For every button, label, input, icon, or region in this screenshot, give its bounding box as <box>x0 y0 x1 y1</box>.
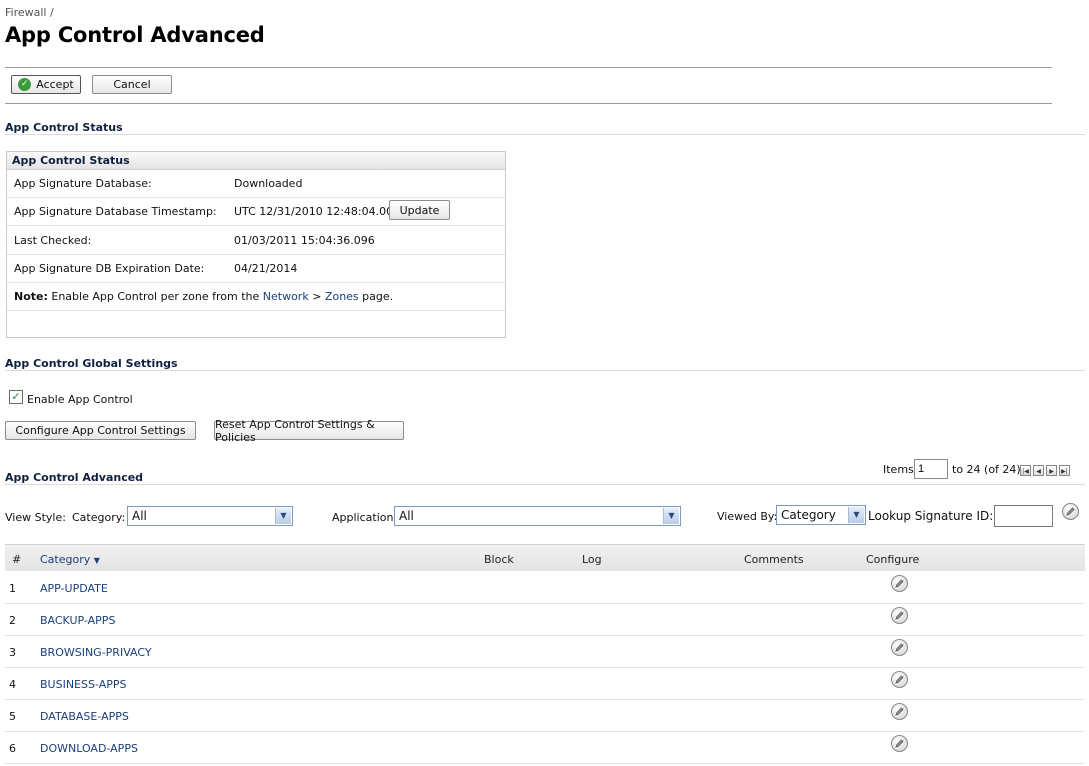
note-separator: > <box>308 290 325 303</box>
chevron-down-icon: ▼ <box>663 508 679 524</box>
col-num: # <box>12 553 22 566</box>
view-style-label: View Style: <box>5 511 66 524</box>
category-link[interactable]: DOWNLOAD-APPS <box>40 742 138 755</box>
row-num: 3 <box>9 646 16 659</box>
note-bold: Note: <box>14 290 48 303</box>
prev-page-icon[interactable]: ◀ <box>1033 465 1044 476</box>
enable-app-control-label: Enable App Control <box>27 393 133 406</box>
category-filter-label: Category: <box>72 511 126 524</box>
application-select-value: All <box>399 509 414 523</box>
row-num: 1 <box>9 582 16 595</box>
section-divider <box>5 134 1085 135</box>
page-title: App Control Advanced <box>5 23 265 47</box>
table-row: 2 BACKUP-APPS <box>5 603 1085 636</box>
viewed-by-select[interactable]: Category ▼ <box>776 505 866 525</box>
note-text: Note: Enable App Control per zone from t… <box>14 290 393 303</box>
accept-label: Accept <box>36 78 74 91</box>
table-row: 4 BUSINESS-APPS <box>5 667 1085 700</box>
pencil-icon[interactable] <box>891 607 908 624</box>
chevron-down-icon: ▼ <box>848 507 864 523</box>
row-num: 4 <box>9 678 16 691</box>
pencil-icon[interactable] <box>891 639 908 656</box>
table-header: # Category ▼ Block Log Comments Configur… <box>5 544 1085 571</box>
status-label: App Signature DB Expiration Date: <box>14 262 205 275</box>
next-page-icon[interactable]: ▶ <box>1046 465 1057 476</box>
viewed-by-label: Viewed By: <box>717 510 778 523</box>
note-row: Note: Enable App Control per zone from t… <box>7 282 505 311</box>
table-row: 5 DATABASE-APPS <box>5 699 1085 732</box>
cancel-button[interactable]: Cancel <box>92 75 172 94</box>
status-box-title: App Control Status <box>7 152 505 170</box>
update-button[interactable]: Update <box>389 200 450 220</box>
status-value: 04/21/2014 <box>234 262 298 275</box>
status-value: UTC 12/31/2010 12:48:04.000 <box>234 205 401 218</box>
check-circle-icon: ✓ <box>18 78 32 91</box>
pencil-icon[interactable] <box>891 575 908 592</box>
category-link[interactable]: BROWSING-PRIVACY <box>40 646 152 659</box>
category-link[interactable]: BUSINESS-APPS <box>40 678 126 691</box>
section-divider <box>5 370 1085 371</box>
items-label: Items <box>883 463 914 476</box>
status-row: Last Checked: 01/03/2011 15:04:36.096 <box>7 226 505 255</box>
application-select[interactable]: All ▼ <box>394 506 681 526</box>
zones-link[interactable]: Zones <box>325 290 359 303</box>
toolbar-top-divider <box>5 67 1052 68</box>
status-row: App Signature Database: Downloaded <box>7 169 505 198</box>
table-row: 6 DOWNLOAD-APPS <box>5 731 1085 764</box>
status-row: App Signature Database Timestamp: UTC 12… <box>7 197 505 226</box>
col-comments: Comments <box>744 553 804 566</box>
reset-settings-button[interactable]: Reset App Control Settings & Policies <box>214 418 404 444</box>
configure-settings-button[interactable]: Configure App Control Settings <box>5 421 196 440</box>
viewed-by-value: Category <box>781 508 836 522</box>
toolbar-bottom-divider <box>5 103 1052 104</box>
col-category-label: Category <box>40 553 91 566</box>
col-configure: Configure <box>866 553 920 566</box>
pencil-icon[interactable] <box>891 735 908 752</box>
advanced-heading: App Control Advanced <box>5 471 144 484</box>
pager-controls: |◀ ◀ ▶ ▶| <box>1020 465 1072 476</box>
col-block: Block <box>484 553 514 566</box>
table-row: 3 BROWSING-PRIVACY <box>5 635 1085 668</box>
category-link[interactable]: APP-UPDATE <box>40 582 108 595</box>
items-start-input[interactable] <box>914 459 948 479</box>
category-select[interactable]: All ▼ <box>127 506 293 526</box>
enable-app-control-checkbox[interactable]: ✓ <box>9 390 23 404</box>
lookup-signature-label: Lookup Signature ID: <box>868 509 994 523</box>
accept-button[interactable]: ✓ Accept <box>11 75 81 94</box>
lookup-signature-input[interactable] <box>994 505 1053 527</box>
row-num: 5 <box>9 710 16 723</box>
status-label: App Signature Database Timestamp: <box>14 205 217 218</box>
sort-down-icon: ▼ <box>93 556 100 565</box>
status-row: App Signature DB Expiration Date: 04/21/… <box>7 254 505 283</box>
items-range: to 24 (of 24) <box>952 463 1021 476</box>
first-page-icon[interactable]: |◀ <box>1020 465 1031 476</box>
status-label: Last Checked: <box>14 234 92 247</box>
table-row: 1 APP-UPDATE <box>5 571 1085 604</box>
pencil-icon[interactable] <box>891 671 908 688</box>
section-divider <box>5 484 1085 485</box>
status-value: 01/03/2011 15:04:36.096 <box>234 234 375 247</box>
global-settings-heading: App Control Global Settings <box>5 357 178 370</box>
chevron-down-icon: ▼ <box>275 508 291 524</box>
pencil-icon[interactable] <box>1062 503 1079 520</box>
status-box: App Control Status App Signature Databas… <box>6 151 506 338</box>
note-end: page. <box>358 290 394 303</box>
note-body: Enable App Control per zone from the <box>47 290 263 303</box>
row-num: 6 <box>9 742 16 755</box>
category-select-value: All <box>132 509 147 523</box>
application-filter-label: Application: <box>332 511 398 524</box>
last-page-icon[interactable]: ▶| <box>1059 465 1070 476</box>
col-log: Log <box>582 553 602 566</box>
network-link[interactable]: Network <box>263 290 309 303</box>
category-link[interactable]: DATABASE-APPS <box>40 710 129 723</box>
row-num: 2 <box>9 614 16 627</box>
breadcrumb[interactable]: Firewall / <box>5 6 54 19</box>
col-category[interactable]: Category ▼ <box>40 553 100 566</box>
category-link[interactable]: BACKUP-APPS <box>40 614 115 627</box>
status-section-heading: App Control Status <box>5 121 123 134</box>
status-label: App Signature Database: <box>14 177 152 190</box>
status-value: Downloaded <box>234 177 303 190</box>
pencil-icon[interactable] <box>891 703 908 720</box>
